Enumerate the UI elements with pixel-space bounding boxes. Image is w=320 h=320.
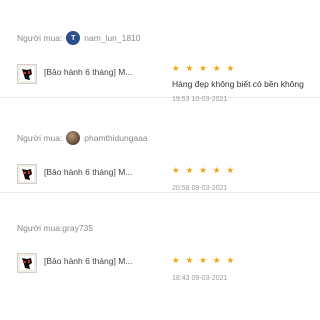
product-thumbnail[interactable] [17,253,37,273]
buyer-info: Người mua: gray735 [17,223,93,233]
product-link[interactable]: [Bảo hành 6 tháng] M... [17,164,132,184]
star-icon: ★ [212,63,221,73]
review-time: 20:58 09-03-2021 [172,185,228,192]
product-image-icon [20,67,34,81]
buyer-username[interactable]: nam_lun_1810 [84,33,140,43]
product-image-icon [20,167,34,181]
avatar[interactable] [66,131,81,145]
star-icon: ★ [212,255,221,265]
buyer-username[interactable]: gray735 [62,223,93,233]
star-rating: ★ ★ ★ ★ ★ [172,166,234,175]
star-icon: ★ [185,165,194,175]
review-card: Người mua: phamthidungaaa [Bảo hành 6 th… [0,98,320,193]
star-icon: ★ [226,63,235,73]
buyer-label: Người mua: [17,223,63,233]
star-icon: ★ [185,63,194,73]
star-icon: ★ [172,63,180,73]
star-icon: ★ [226,165,235,175]
star-rating: ★ ★ ★ ★ ★ [172,64,234,73]
buyer-label: Người mua: [17,33,63,43]
product-link[interactable]: [Bảo hành 6 tháng] M... [17,253,132,273]
buyer-info: Người mua: phamthidungaaa [17,131,148,145]
star-icon: ★ [199,255,207,265]
avatar[interactable]: T [66,31,81,45]
product-name[interactable]: [Bảo hành 6 tháng] M... [44,67,132,77]
star-icon: ★ [199,165,207,175]
buyer-username[interactable]: phamthidungaaa [84,133,147,143]
product-name[interactable]: [Bảo hành 6 tháng] M... [44,256,132,266]
review-card: Người mua: T nam_lun_1810 [Bảo hành 6 th… [0,0,320,103]
product-thumbnail[interactable] [17,64,37,84]
buyer-label: Người mua: [17,133,63,143]
star-rating: ★ ★ ★ ★ ★ [172,256,234,265]
star-icon: ★ [226,255,235,265]
star-icon: ★ [172,255,180,265]
product-link[interactable]: [Bảo hành 6 tháng] M... [17,64,132,84]
product-name[interactable]: [Bảo hành 6 tháng] M... [44,167,132,177]
star-icon: ★ [172,165,180,175]
review-comment: Hàng đẹp không biết có bền không [172,79,304,89]
star-icon: ★ [212,165,221,175]
star-icon: ★ [185,255,194,265]
product-thumbnail[interactable] [17,164,37,184]
review-time: 18:43 09-03-2021 [172,275,228,282]
product-image-icon [20,256,34,270]
star-icon: ★ [199,63,207,73]
buyer-info: Người mua: T nam_lun_1810 [17,31,141,45]
review-card: Người mua: gray735 [Bảo hành 6 tháng] M.… [0,193,320,320]
